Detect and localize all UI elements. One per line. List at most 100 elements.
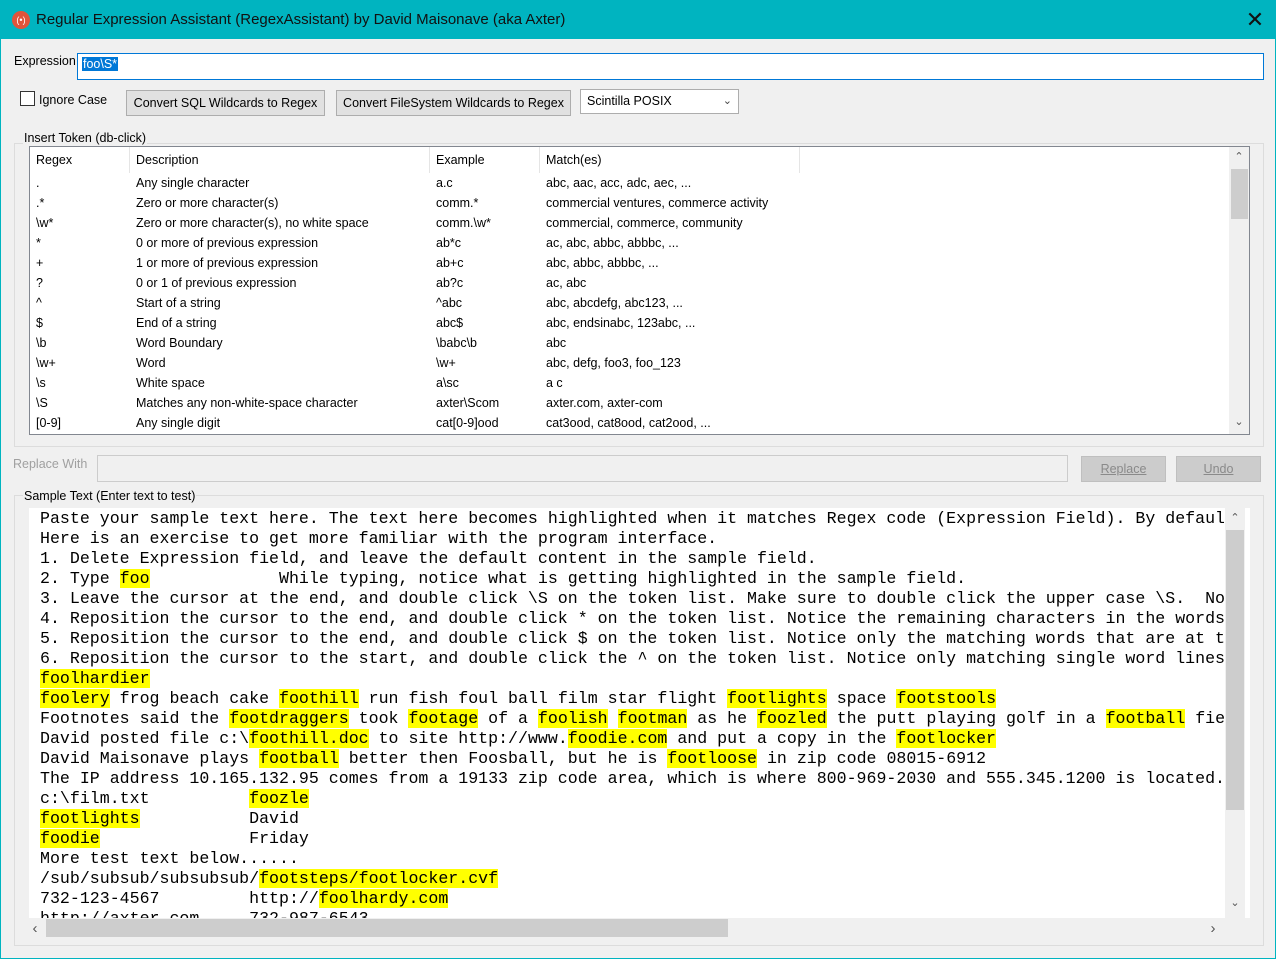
token-row[interactable]: [0-9] Any single digit cat[0-9]ood cat3ood,…	[30, 413, 1230, 433]
sample-line: foolery frog beach cake foothill run fis…	[40, 689, 1224, 709]
regex-cell: [0-9]	[36, 416, 62, 430]
match-highlight: foolhardy.com	[318, 889, 449, 908]
regex-dialect-select[interactable]: Scintilla POSIX ⌄	[580, 89, 739, 114]
token-row[interactable]: ^ Start of a string ^abc abc, abcdefg, abc1…	[30, 293, 1230, 313]
token-row[interactable]: $ End of a string abc$ abc, endsinabc, 123a…	[30, 313, 1230, 333]
expression-value: foo\S*	[82, 57, 119, 71]
match-highlight: foolish	[537, 709, 608, 728]
text-segment: 4. Reposition the cursor to the end, and…	[40, 609, 1224, 628]
sample-line: Footnotes said the footdraggers took foo…	[40, 709, 1224, 729]
text-segment: 3. Leave the cursor at the end, and doub…	[40, 589, 1224, 608]
matches-cell: a c	[546, 376, 563, 390]
sample-text-editor[interactable]: Paste your sample text here. The text he…	[29, 508, 1250, 938]
text-segment: took	[348, 709, 409, 728]
token-row[interactable]: \s White space a\sc a c	[30, 373, 1230, 393]
convert-sql-wildcards-button[interactable]: Convert SQL Wildcards to Regex	[126, 90, 325, 116]
replace-with-label: Replace With	[13, 457, 88, 471]
text-segment: David Maisonave plays	[40, 749, 260, 768]
text-segment: 732-123-4567 http://	[40, 889, 319, 908]
matches-cell: abc	[546, 336, 567, 350]
scroll-up-icon[interactable]: ⌃	[1225, 511, 1245, 524]
match-highlight: foozled	[757, 709, 827, 728]
text-segment: 6. Reposition the cursor to the start, a…	[40, 649, 1224, 668]
sample-vertical-scrollbar[interactable]: ⌃ ⌄	[1225, 508, 1245, 918]
matches-cell: commercial ventures, commerce activity	[546, 196, 769, 210]
example-cell: ab*c	[436, 236, 462, 250]
sample-line: David Maisonave plays football better th…	[40, 749, 1224, 769]
token-row[interactable]: * 0 or more of previous expression ab*c ac,…	[30, 233, 1230, 253]
description-cell: Word Boundary	[136, 336, 223, 350]
token-row[interactable]: .* Zero or more character(s) comm.* commerc…	[30, 193, 1230, 213]
example-cell: comm.*	[436, 196, 479, 210]
token-row[interactable]: ? 0 or 1 of previous expression ab?c ac, ab…	[30, 273, 1230, 293]
matches-cell: commercial, commerce, community	[546, 216, 743, 230]
description-cell: Word	[136, 356, 166, 370]
expression-label: Expression	[14, 54, 76, 68]
sample-line: 4. Reposition the cursor to the end, and…	[40, 609, 1224, 629]
regex-cell: \s	[36, 376, 46, 390]
text-segment: as he	[687, 709, 758, 728]
sample-text-label: Sample Text (Enter text to test)	[23, 489, 197, 503]
scroll-right-icon[interactable]: ›	[1203, 920, 1223, 937]
replace-button[interactable]: Replace	[1081, 456, 1166, 482]
scrollbar-thumb[interactable]	[1226, 530, 1244, 810]
description-cell: 0 or 1 of previous expression	[136, 276, 297, 290]
description-cell: Zero or more character(s), no white spac…	[136, 216, 369, 230]
matches-cell: abc, abbc, abbbc, ...	[546, 256, 659, 270]
column-header-regex[interactable]: Regex	[36, 153, 72, 167]
token-row[interactable]: \S Matches any non-white-space character a…	[30, 393, 1230, 413]
close-icon[interactable]: ✕	[1239, 5, 1271, 35]
example-cell: a\sc	[436, 376, 459, 390]
example-cell: ^abc	[436, 296, 463, 310]
text-segment: of a	[478, 709, 538, 728]
text-segment: 5. Reposition the cursor to the end, and…	[40, 629, 1224, 648]
column-header-description[interactable]: Description	[136, 153, 199, 167]
text-segment: fie	[1185, 709, 1224, 728]
token-row[interactable]: . Any single character a.c abc, aac, acc, a…	[30, 173, 1230, 193]
scrollbar-thumb[interactable]	[1231, 169, 1248, 219]
convert-filesystem-wildcards-button[interactable]: Convert FileSystem Wildcards to Regex	[336, 90, 571, 116]
scroll-down-icon[interactable]: ⌄	[1229, 415, 1249, 428]
ignore-case-checkbox[interactable]	[20, 91, 35, 106]
token-row[interactable]: \w* Zero or more character(s), no white s…	[30, 213, 1230, 233]
scroll-left-icon[interactable]: ‹	[29, 920, 45, 937]
regex-cell: *	[36, 236, 41, 250]
match-highlight: footage	[408, 709, 479, 728]
example-cell: ab?c	[436, 276, 464, 290]
token-table-scrollbar[interactable]: ⌃ ⌄	[1229, 147, 1249, 434]
ignore-case-label[interactable]: Ignore Case	[39, 93, 107, 107]
regex-cell: +	[36, 256, 44, 270]
undo-button[interactable]: Undo	[1176, 456, 1261, 482]
sample-line: foodie Friday	[40, 829, 1224, 849]
token-row[interactable]: \b Word Boundary \babc\b abc	[30, 333, 1230, 353]
column-header-example[interactable]: Example	[436, 153, 485, 167]
text-segment: David	[139, 809, 299, 828]
token-table: Regex Description Example Match(es) . Any…	[29, 146, 1250, 435]
token-row[interactable]: +1 or more of previous expression ab+c abc…	[30, 253, 1230, 273]
text-segment: Friday	[99, 829, 309, 848]
scroll-up-icon[interactable]: ⌃	[1229, 150, 1249, 163]
sample-line: foolhardier	[40, 669, 1224, 689]
text-segment: Here is an exercise to get more familiar…	[40, 529, 718, 548]
match-highlight: foothill	[279, 689, 359, 708]
token-row[interactable]: \w+ Word \w+ abc, defg, foo3, foo_123	[30, 353, 1230, 373]
scrollbar-thumb[interactable]	[46, 919, 728, 937]
match-highlight: foo	[119, 569, 150, 588]
column-header-matches[interactable]: Match(es)	[546, 153, 602, 167]
text-segment: and put a copy in the	[667, 729, 897, 748]
description-cell: 0 or more of previous expression	[136, 236, 319, 250]
regex-cell: ^	[36, 296, 42, 310]
chevron-down-icon: ⌄	[722, 95, 732, 107]
sample-horizontal-scrollbar[interactable]: ‹ ›	[29, 918, 1250, 938]
title-bar: (•) Regular Expression Assistant (RegexA…	[1, 1, 1276, 39]
regex-cell: $	[36, 316, 43, 330]
text-segment: The IP address 10.165.132.95 comes from …	[40, 769, 1224, 788]
scroll-down-icon[interactable]: ⌄	[1225, 896, 1245, 909]
sample-text-content[interactable]: Paste your sample text here. The text he…	[40, 509, 1224, 918]
text-segment: in zip code 08015-6912	[757, 749, 987, 768]
expression-input[interactable]: foo\S*	[77, 53, 1264, 80]
replace-with-input[interactable]	[97, 455, 1068, 482]
match-highlight: footlocker	[896, 729, 997, 748]
text-segment: http://axter.com 732-987-6543	[40, 909, 369, 918]
match-highlight: foodie.com	[567, 729, 668, 748]
